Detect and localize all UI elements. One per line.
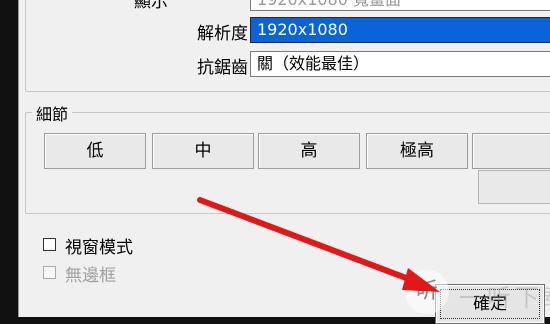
advanced-button[interactable] [478,170,550,204]
display-mode-label: 顯示 [134,0,168,12]
display-settings-group: 顯示 1920x1080 寬畫面 解析度 1920x1080 抗鋸齒 關（效能最… [25,0,550,92]
borderless-checkbox [43,266,56,279]
display-mode-select[interactable]: 1920x1080 寬畫面 [250,0,550,11]
detail-ultra-button[interactable]: 極高 [366,133,468,169]
resolution-label: 解析度 [197,24,248,44]
detail-group: 細節 低 中 高 極高 [25,101,550,214]
resolution-select[interactable]: 1920x1080 [250,17,550,43]
detail-medium-button[interactable]: 中 [152,133,254,169]
watermark-text: 一听下载 [459,284,550,312]
windowed-mode-checkbox[interactable] [43,238,56,251]
settings-dialog: 顯示 1920x1080 寬畫面 解析度 1920x1080 抗鋸齒 關（效能最… [18,0,550,324]
antialiasing-label: 抗鋸齒 [197,58,248,78]
borderless-label: 無邊框 [65,266,116,286]
detail-low-button[interactable]: 低 [44,133,146,169]
detail-custom-button[interactable] [472,133,550,169]
antialiasing-select[interactable]: 關（效能最佳） [250,51,550,77]
detail-legend: 細節 [32,101,73,125]
watermark-logo-icon: 听 [405,270,449,314]
windowed-mode-label: 視窗模式 [65,238,133,258]
detail-high-button[interactable]: 高 [258,133,360,169]
